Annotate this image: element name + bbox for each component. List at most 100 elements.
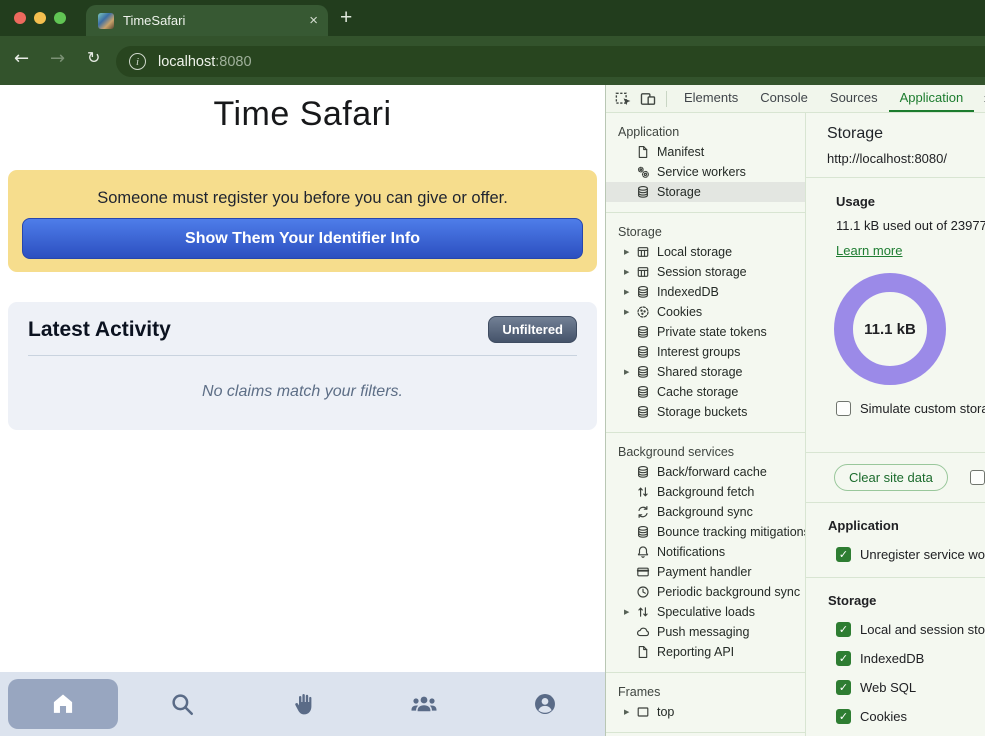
check-row-indexeddb[interactable]: ✓ IndexedDB: [836, 651, 985, 666]
traffic-light-minimize[interactable]: [34, 12, 46, 24]
device-toolbar-icon[interactable]: [640, 91, 658, 107]
tree-item-cache-storage[interactable]: Cache storage: [606, 382, 805, 402]
simulate-quota-label: Simulate custom storage quota: [860, 401, 985, 416]
include-cookies-checkbox[interactable]: [970, 470, 985, 485]
tree-item-label: Cache storage: [657, 385, 738, 399]
expander-icon[interactable]: ▶: [624, 308, 636, 316]
tree-item-label: Background sync: [657, 505, 753, 519]
nav-item-offers[interactable]: [242, 691, 363, 717]
tree-item-push-messaging[interactable]: Push messaging: [606, 622, 805, 642]
checkbox-unregister-service-workers[interactable]: ✓: [836, 547, 851, 562]
sync-icon: [636, 505, 650, 519]
browser-tab[interactable]: TimeSafari ×: [86, 5, 328, 36]
table-icon: [636, 245, 650, 259]
checkbox-label: IndexedDB: [860, 651, 924, 666]
tree-item-notifications[interactable]: Notifications: [606, 542, 805, 562]
devtools-panel: ElementsConsoleSourcesApplication » Appl…: [605, 85, 985, 736]
tree-item-periodic-background-sync[interactable]: Periodic background sync: [606, 582, 805, 602]
simulate-quota-row[interactable]: Simulate custom storage quota: [836, 401, 985, 416]
tree-item-background-fetch[interactable]: Background fetch: [606, 482, 805, 502]
nav-item-profile[interactable]: [484, 691, 605, 717]
database-icon: [636, 285, 650, 299]
activity-empty-message: No claims match your filters.: [28, 383, 577, 401]
people-icon: [410, 691, 438, 717]
reload-icon[interactable]: ↻: [87, 48, 100, 67]
check-row-cookies[interactable]: ✓ Cookies: [836, 709, 985, 724]
tree-item-manifest[interactable]: Manifest: [606, 142, 805, 162]
expander-icon[interactable]: ▶: [624, 368, 636, 376]
expander-icon[interactable]: ▶: [624, 708, 636, 716]
check-row-local-and-session-storage[interactable]: ✓ Local and session storage: [836, 622, 985, 637]
include-cookies-row[interactable]: including third-party cookies: [970, 470, 985, 485]
tree-item-local-storage[interactable]: ▶Local storage: [606, 242, 805, 262]
activity-title: Latest Activity: [28, 318, 171, 342]
expander-icon[interactable]: ▶: [624, 608, 636, 616]
tree-item-session-storage[interactable]: ▶Session storage: [606, 262, 805, 282]
profile-icon: [532, 691, 558, 717]
raised-hand-icon: [291, 691, 315, 717]
checkbox-cookies[interactable]: ✓: [836, 709, 851, 724]
clear-site-data-button[interactable]: Clear site data: [834, 464, 948, 491]
tree-item-service-workers[interactable]: Service workers: [606, 162, 805, 182]
new-tab-button[interactable]: +: [340, 6, 352, 30]
nav-item-home[interactable]: [0, 679, 121, 729]
show-identifier-button[interactable]: Show Them Your Identifier Info: [22, 218, 583, 259]
checkbox-label: Web SQL: [860, 680, 916, 695]
expander-icon[interactable]: ▶: [624, 288, 636, 296]
donut-label: 11.1 kB: [853, 292, 927, 366]
check-row-unregister-service-workers[interactable]: ✓Unregister service workers: [836, 547, 985, 562]
home-icon: [50, 691, 76, 717]
tree-item-label: Payment handler: [657, 565, 752, 579]
checkbox-web-sql[interactable]: ✓: [836, 680, 851, 695]
devtools-tab-elements[interactable]: Elements: [673, 85, 749, 112]
devtools-tab-application[interactable]: Application: [889, 85, 975, 112]
check-row-web-sql[interactable]: ✓ Web SQL: [836, 680, 985, 695]
tree-item-indexeddb[interactable]: ▶ IndexedDB: [606, 282, 805, 302]
tab-close-icon[interactable]: ×: [309, 13, 318, 28]
tree-item-cookies[interactable]: ▶Cookies: [606, 302, 805, 322]
simulate-quota-checkbox[interactable]: [836, 401, 851, 416]
unfiltered-button[interactable]: Unfiltered: [488, 316, 577, 343]
tree-item-shared-storage[interactable]: ▶Shared storage: [606, 362, 805, 382]
checkbox-local-and-session-storage[interactable]: ✓: [836, 622, 851, 637]
cloud-icon: [636, 625, 650, 639]
expander-icon[interactable]: ▶: [624, 248, 636, 256]
checkbox-label: Cookies: [860, 709, 907, 724]
url-bar[interactable]: i localhost:8080: [116, 46, 985, 77]
tree-item-background-sync[interactable]: Background sync: [606, 502, 805, 522]
tree-item-bounce-tracking-mitigations[interactable]: Bounce tracking mitigations: [606, 522, 805, 542]
tree-item-back-forward-cache[interactable]: Back/forward cache: [606, 462, 805, 482]
tree-item-interest-groups[interactable]: Interest groups: [606, 342, 805, 362]
devtools-tab-console[interactable]: Console: [749, 85, 819, 112]
arrows-icon: [636, 605, 650, 619]
tree-section-title: Background services: [606, 442, 805, 462]
database-icon: [636, 385, 650, 399]
tree-item-payment-handler[interactable]: Payment handler: [606, 562, 805, 582]
checkbox-label: Local and session storage: [860, 622, 985, 637]
tree-item-reporting-api[interactable]: Reporting API: [606, 642, 805, 662]
tree-item-storage[interactable]: Storage: [606, 182, 805, 202]
nav-item-contacts[interactable]: [363, 691, 484, 717]
latest-activity-card: Latest Activity Unfiltered No claims mat…: [8, 302, 597, 430]
inspect-element-icon[interactable]: [615, 91, 633, 107]
checkbox-indexeddb[interactable]: ✓: [836, 651, 851, 666]
site-info-icon[interactable]: i: [129, 53, 146, 70]
tree-item-label: IndexedDB: [657, 285, 719, 299]
devtools-tab-sources[interactable]: Sources: [819, 85, 889, 112]
forward-icon[interactable]: →: [50, 48, 65, 69]
tree-item-private-state-tokens[interactable]: Private state tokens: [606, 322, 805, 342]
panel-origin: http://localhost:8080/: [827, 151, 985, 166]
back-icon[interactable]: ←: [14, 48, 29, 69]
nav-item-search[interactable]: [121, 691, 242, 717]
alert-message: Someone must register you before you can…: [8, 189, 597, 208]
tree-section-storage: Storage▶Local storage▶Session storage▶In…: [606, 213, 805, 433]
expander-icon[interactable]: ▶: [624, 268, 636, 276]
usage-title: Usage: [836, 194, 985, 209]
tree-item-speculative-loads[interactable]: ▶Speculative loads: [606, 602, 805, 622]
tree-item-storage-buckets[interactable]: Storage buckets: [606, 402, 805, 422]
learn-more-link[interactable]: Learn more: [836, 243, 902, 258]
traffic-light-zoom[interactable]: [54, 12, 66, 24]
tree-item-top[interactable]: ▶top: [606, 702, 805, 722]
traffic-light-close[interactable]: [14, 12, 26, 24]
activity-divider: [28, 355, 577, 356]
